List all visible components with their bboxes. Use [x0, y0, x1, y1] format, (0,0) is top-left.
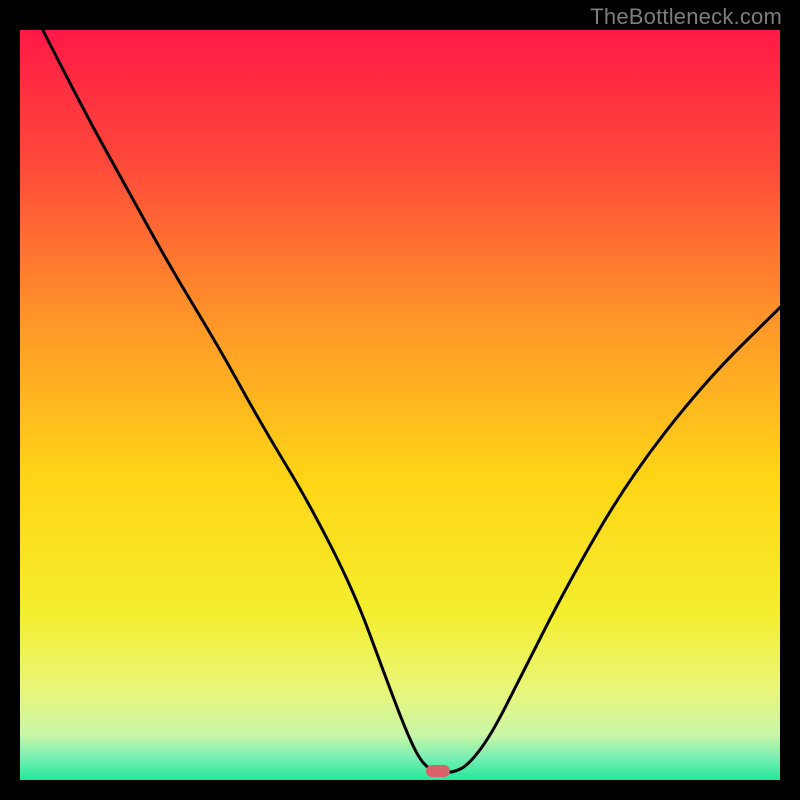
watermark-text: TheBottleneck.com: [590, 4, 782, 30]
valley-marker: [426, 765, 450, 777]
gradient-background: [20, 30, 780, 780]
chart-plot-area: [20, 30, 780, 780]
chart-svg: [20, 30, 780, 780]
chart-frame: TheBottleneck.com: [0, 0, 800, 800]
